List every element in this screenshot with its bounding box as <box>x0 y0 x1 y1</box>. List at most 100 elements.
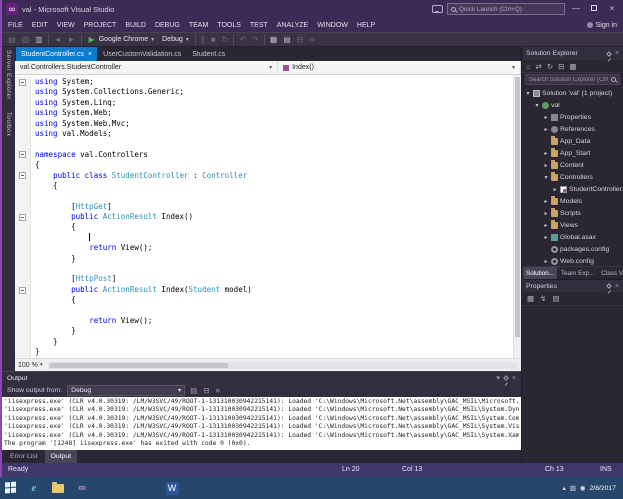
tree-item-content[interactable]: ▸ Content <box>522 159 623 171</box>
code-editor[interactable]: using System; using System.Collections.Ge… <box>15 75 521 358</box>
pane-tab-solution[interactable]: Solution... <box>523 267 558 279</box>
fold-marker-icon[interactable] <box>19 286 26 294</box>
pause-icon[interactable]: ∥ <box>200 33 206 46</box>
sync-icon[interactable]: ⇄ <box>536 62 542 71</box>
side-tab-server-explorer[interactable]: Server Explorer <box>5 50 12 100</box>
pin-icon[interactable] <box>606 50 612 57</box>
stop-icon[interactable]: ■ <box>210 33 217 46</box>
pane-tab-class-view[interactable]: Class View <box>598 267 623 279</box>
expander-icon[interactable]: ▸ <box>543 234 549 241</box>
navigate-back-icon[interactable]: ◄ <box>53 33 63 46</box>
navigate-forward-icon[interactable]: ► <box>67 33 77 46</box>
quick-launch-input[interactable]: Quick Launch (Ctrl+Q) <box>447 3 565 15</box>
editor-tab-usercustomvalidation-cs[interactable]: UserCustomValidation.cs <box>98 47 186 61</box>
word-icon[interactable]: W <box>164 480 180 496</box>
fold-marker-icon[interactable] <box>19 172 26 180</box>
tree-item-studentcontroller-cs[interactable]: ▸ StudentController.cs <box>522 183 623 195</box>
expander-icon[interactable]: ▸ <box>552 186 558 193</box>
tree-item-app-start[interactable]: ▸ App_Start <box>522 147 623 159</box>
home-icon[interactable]: ⌂ <box>526 62 531 71</box>
minimize-button[interactable]: — <box>569 1 583 17</box>
undo-icon[interactable]: ↶ <box>238 33 247 46</box>
menu-item-help[interactable]: HELP <box>357 22 375 29</box>
open-file-icon[interactable]: ▧ <box>21 33 31 46</box>
close-icon[interactable]: × <box>615 50 619 57</box>
visual-studio-icon[interactable]: ∞ <box>74 480 90 496</box>
member-dropdown[interactable]: Index() ▾ <box>278 61 521 74</box>
tray-network-icon[interactable]: ▥ <box>570 484 576 492</box>
uncomment-icon[interactable]: ⊟ <box>296 33 305 46</box>
pin-icon[interactable] <box>606 283 612 289</box>
restore-button[interactable] <box>587 1 601 17</box>
tree-item-controllers[interactable]: ▾ Controllers <box>522 171 623 183</box>
menu-item-team[interactable]: TEAM <box>189 22 208 29</box>
close-icon[interactable]: × <box>615 283 619 290</box>
scrollbar-thumb[interactable] <box>515 77 520 338</box>
fold-marker-icon[interactable] <box>19 151 26 159</box>
categorized-icon[interactable]: ▦ <box>527 294 534 303</box>
menu-item-window[interactable]: WINDOW <box>317 22 348 29</box>
internet-explorer-icon[interactable]: e <box>26 480 42 496</box>
tree-item-properties[interactable]: ▸ Properties <box>522 111 623 123</box>
menu-item-file[interactable]: FILE <box>8 22 23 29</box>
tree-item-views[interactable]: ▸ Views <box>522 219 623 231</box>
bookmark-icon[interactable]: ≡ <box>309 33 316 46</box>
restart-icon[interactable]: ↻ <box>221 33 230 46</box>
feedback-icon[interactable] <box>432 5 443 13</box>
pane-tab-output[interactable]: Output <box>44 450 77 463</box>
tree-item-global-asax[interactable]: ▸ Global.asax <box>522 231 623 243</box>
tree-item-web-config[interactable]: ▸ Web.config <box>522 255 623 266</box>
close-button[interactable]: × <box>605 1 619 17</box>
tree-item-app-data[interactable]: App_Data <box>522 135 623 147</box>
tree-item-scripts[interactable]: ▸ Scripts <box>522 207 623 219</box>
output-log[interactable]: 'iisexpress.exe' (CLR v4.0.30319: /LM/W3… <box>2 397 521 450</box>
menu-item-view[interactable]: VIEW <box>57 22 75 29</box>
pin-icon[interactable] <box>503 375 509 381</box>
expander-icon[interactable]: ▸ <box>543 222 549 229</box>
menu-item-project[interactable]: PROJECT <box>84 22 117 29</box>
zoom-control[interactable]: 100 % ▾ <box>18 362 43 369</box>
fold-marker-icon[interactable] <box>19 213 26 221</box>
output-list-icon[interactable]: ▤ <box>190 386 197 395</box>
start-button[interactable] <box>5 481 18 495</box>
redo-icon[interactable]: ↷ <box>251 33 260 46</box>
scrollbar-thumb[interactable] <box>49 362 229 368</box>
comment-icon[interactable]: ▤ <box>282 33 292 46</box>
find-in-files-icon[interactable]: ▦ <box>269 33 279 46</box>
collapse-all-icon[interactable]: ⊟ <box>558 62 564 71</box>
close-icon[interactable]: × <box>88 51 92 58</box>
menu-item-tools[interactable]: TOOLS <box>217 22 241 29</box>
expander-icon[interactable]: ▸ <box>543 198 549 205</box>
editor-tab-student-cs[interactable]: Student.cs <box>187 47 230 61</box>
menu-item-edit[interactable]: EDIT <box>32 22 48 29</box>
configuration-select[interactable]: Debug ▾ <box>160 36 191 43</box>
expander-icon[interactable]: ▸ <box>543 210 549 217</box>
start-debug-button[interactable]: ▶ Google Chrome ▾ <box>86 33 157 46</box>
tray-show-hidden-icon[interactable]: ▴ <box>562 484 565 492</box>
tree-item-packages-config[interactable]: packages.config <box>522 243 623 255</box>
type-dropdown[interactable]: val.Controllers.StudentController ▾ <box>15 61 279 74</box>
close-icon[interactable]: × <box>512 375 516 382</box>
editor-horizontal-scrollbar[interactable] <box>47 361 518 369</box>
tree-item-models[interactable]: ▸ Models <box>522 195 623 207</box>
properties-icon[interactable]: ▦ <box>569 62 576 71</box>
menu-item-build[interactable]: BUILD <box>125 22 146 29</box>
tree-item-references[interactable]: ▸ References <box>522 123 623 135</box>
expander-icon[interactable]: ▸ <box>543 150 549 157</box>
expander-icon[interactable]: ▸ <box>543 114 549 121</box>
pane-tab-error-list[interactable]: Error List <box>4 450 44 463</box>
events-icon[interactable]: ↯ <box>540 294 546 303</box>
expander-icon[interactable]: ▾ <box>525 90 531 97</box>
taskbar-clock[interactable]: 2/8/2017 <box>590 485 618 492</box>
expander-icon[interactable]: ▸ <box>543 162 549 169</box>
search-input[interactable]: Search Solution Explorer (Ctrl+;) <box>525 74 620 85</box>
file-explorer-icon[interactable] <box>50 480 66 496</box>
menu-item-analyze[interactable]: ANALYZE <box>277 22 308 29</box>
menu-item-debug[interactable]: DEBUG <box>155 22 180 29</box>
output-source-select[interactable]: Debug ▾ <box>67 385 186 396</box>
expander-icon[interactable]: ▾ <box>543 174 549 181</box>
expander-icon[interactable]: ▸ <box>543 258 549 265</box>
fold-marker-icon[interactable] <box>19 78 26 86</box>
save-icon[interactable]: ▥ <box>34 33 44 46</box>
new-file-icon[interactable]: ▤ <box>7 33 17 46</box>
